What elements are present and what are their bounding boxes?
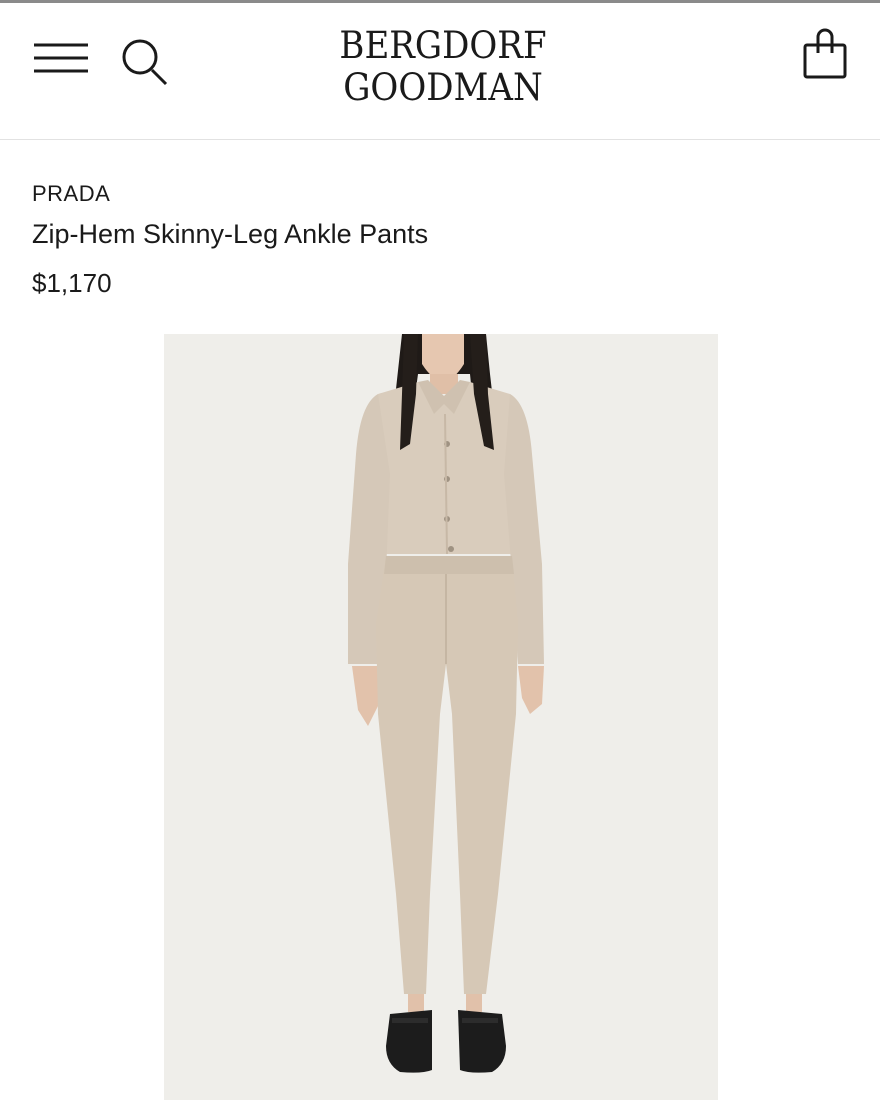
bergdorf-goodman-logo[interactable]: BERGDORF GOODMAN [300,25,586,109]
menu-button[interactable] [30,39,90,79]
model-illustration [348,334,544,1073]
product-price: $1,170 [32,268,112,298]
search-button[interactable] [118,35,174,91]
product-title: Zip-Hem Skinny-Leg Ankle Pants [32,219,429,249]
hamburger-menu-icon [34,43,88,73]
site-header: BERGDORF GOODMAN [0,3,880,140]
logo-line-2: GOODMAN [343,66,543,109]
product-image[interactable] [164,334,718,1100]
search-icon [122,39,168,86]
logo-line-1: BERGDORF [339,24,547,67]
shopping-bag-icon [803,28,847,79]
product-brand[interactable]: PRADA [32,181,110,207]
shopping-bag-button[interactable] [796,23,854,83]
